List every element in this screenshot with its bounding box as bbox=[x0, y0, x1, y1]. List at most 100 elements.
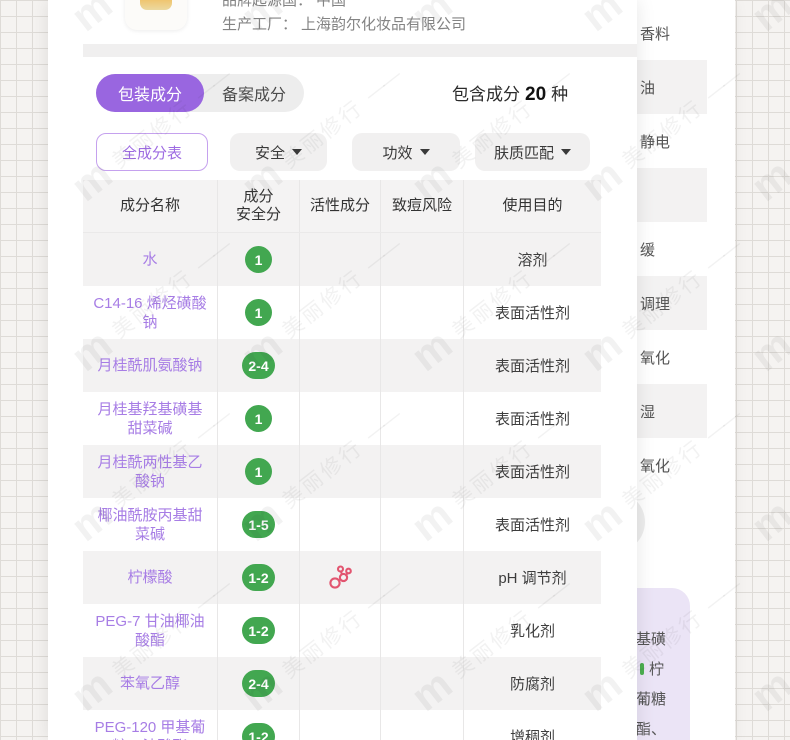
usage-purpose: pH 调节剂 bbox=[464, 551, 601, 604]
brand-watermark: m美丽修行—— bbox=[744, 0, 790, 39]
side-panel-text: 氧化 bbox=[640, 347, 670, 368]
side-panel-row: 静电 bbox=[637, 114, 707, 168]
brand-origin-line: 品牌起源国：中国 bbox=[222, 0, 346, 12]
header-ingredient-name: 成分名称 bbox=[83, 180, 218, 232]
ingredient-name-link[interactable]: PEG-120 甲基葡糖二油酸酯 bbox=[83, 710, 218, 740]
ingredient-name-link[interactable]: 柠檬酸 bbox=[83, 551, 218, 604]
tab-registered-ingredients[interactable]: 备案成分 bbox=[204, 74, 304, 112]
count-prefix: 包含成分 bbox=[452, 80, 520, 105]
header-safety-score: 成分安全分 bbox=[218, 180, 300, 232]
side-panel-rows: 香料 油 静电 缓 调理 氧化 湿 氧化 bbox=[637, 6, 707, 492]
filter-full-ingredient-list[interactable]: 全成分表 bbox=[96, 133, 208, 171]
side-panel-row: 氧化 bbox=[637, 438, 707, 492]
usage-purpose: 表面活性剂 bbox=[464, 445, 601, 498]
ingredient-name-link[interactable]: 月桂酰肌氨酸钠 bbox=[83, 339, 218, 392]
summary-fragment: 酯、 bbox=[636, 718, 666, 739]
ingredient-name-link[interactable]: 椰油酰胺丙基甜菜碱 bbox=[83, 498, 218, 551]
filter-skin-match-dropdown[interactable]: 肤质匹配 bbox=[475, 133, 590, 171]
safety-score-badge: 1-2 bbox=[242, 564, 274, 591]
ingredient-table: 成分名称 成分安全分 活性成分 致痘风险 使用目的 水 1 溶剂 C14-16 … bbox=[83, 180, 601, 740]
filter-label: 肤质匹配 bbox=[494, 142, 554, 163]
safety-score-badge: 2-4 bbox=[242, 670, 274, 697]
table-row: 月桂基羟基磺基甜菜碱 1 表面活性剂 bbox=[83, 392, 601, 445]
filter-label: 全成分表 bbox=[122, 142, 182, 163]
safety-score-badge: 2-4 bbox=[242, 352, 274, 379]
table-row: PEG-120 甲基葡糖二油酸酯 1-2 增稠剂 bbox=[83, 710, 601, 740]
chevron-down-icon bbox=[292, 149, 302, 155]
filter-safety-dropdown[interactable]: 安全 bbox=[230, 133, 327, 171]
factory-label: 生产工厂： bbox=[222, 16, 297, 33]
header-usage-purpose: 使用目的 bbox=[464, 180, 601, 232]
count-suffix: 种 bbox=[551, 80, 568, 105]
table-row: C14-16 烯烃磺酸钠 1 表面活性剂 bbox=[83, 286, 601, 339]
chevron-down-icon bbox=[420, 149, 430, 155]
side-panel-row: 缓 bbox=[637, 222, 707, 276]
table-header: 成分名称 成分安全分 活性成分 致痘风险 使用目的 bbox=[83, 180, 601, 233]
ingredient-source-tabs: 包装成分 备案成分 bbox=[96, 74, 304, 112]
ingredient-name-link[interactable]: 苯氧乙醇 bbox=[83, 657, 218, 710]
table-row: 苯氧乙醇 2-4 防腐剂 bbox=[83, 657, 601, 710]
side-panel-text: 油 bbox=[640, 77, 655, 98]
ingredient-name-link[interactable]: 水 bbox=[83, 233, 218, 286]
chevron-down-icon bbox=[561, 149, 571, 155]
count-number: 20 bbox=[525, 84, 546, 106]
summary-fragment: 葡糖 bbox=[636, 688, 666, 709]
side-panel-row: 氧化 bbox=[637, 330, 707, 384]
ingredient-count: 包含成分20种 bbox=[452, 80, 568, 106]
side-panel-row: 油 bbox=[637, 60, 707, 114]
active-ingredient-molecule-icon bbox=[327, 564, 354, 591]
usage-purpose: 表面活性剂 bbox=[464, 498, 601, 551]
usage-purpose: 增稠剂 bbox=[464, 710, 601, 740]
section-divider bbox=[83, 44, 637, 57]
filter-label: 安全 bbox=[255, 142, 285, 163]
ingredient-card: 品牌起源国：中国 生产工厂：上海韵尔化妆品有限公司 包装成分 备案成分 包含成分… bbox=[48, 0, 637, 740]
side-panel-row bbox=[637, 168, 707, 222]
brand-watermark: m美丽修行—— bbox=[744, 398, 790, 549]
safety-score-badge: 1-2 bbox=[242, 617, 274, 644]
table-row: 月桂酰两性基乙酸钠 1 表面活性剂 bbox=[83, 445, 601, 498]
tab-packaging-ingredients[interactable]: 包装成分 bbox=[96, 74, 204, 112]
product-thumbnail[interactable] bbox=[125, 0, 187, 30]
table-row: PEG-7 甘油椰油酸酯 1-2 乳化剂 bbox=[83, 604, 601, 657]
safety-score-badge: 1-2 bbox=[242, 723, 274, 740]
ingredient-name-link[interactable]: 月桂酰两性基乙酸钠 bbox=[83, 445, 218, 498]
ingredient-name-link[interactable]: PEG-7 甘油椰油酸酯 bbox=[83, 604, 218, 657]
usage-purpose: 溶剂 bbox=[464, 233, 601, 286]
safety-score-badge: 1 bbox=[245, 405, 272, 432]
brand-watermark: m美丽修行—— bbox=[744, 58, 790, 209]
side-panel-text: 湿 bbox=[640, 401, 655, 422]
factory-value: 上海韵尔化妆品有限公司 bbox=[301, 16, 466, 33]
usage-purpose: 表面活性剂 bbox=[464, 392, 601, 445]
side-panel-text: 缓 bbox=[640, 239, 655, 260]
factory-line: 生产工厂：上海韵尔化妆品有限公司 bbox=[222, 14, 466, 36]
app-page: 香料 油 静电 缓 调理 氧化 湿 氧化 基磺 柠 葡糖 酯、 品牌起源国：中国… bbox=[0, 0, 790, 740]
side-panel-row: 调理 bbox=[637, 276, 707, 330]
usage-purpose: 表面活性剂 bbox=[464, 339, 601, 392]
product-label-graphic bbox=[140, 0, 172, 10]
brand-origin-label: 品牌起源国： bbox=[222, 0, 312, 9]
side-panel-text: 氧化 bbox=[640, 455, 670, 476]
side-panel-row: 香料 bbox=[637, 6, 707, 60]
filter-label: 功效 bbox=[382, 142, 412, 163]
ingredient-name-link[interactable]: C14-16 烯烃磺酸钠 bbox=[83, 286, 218, 339]
side-panel-row: 湿 bbox=[637, 384, 707, 438]
green-dot-icon bbox=[640, 663, 644, 675]
table-row: 椰油酰胺丙基甜菜碱 1-5 表面活性剂 bbox=[83, 498, 601, 551]
header-active-ingredient: 活性成分 bbox=[300, 180, 381, 232]
brand-watermark: m美丽修行—— bbox=[744, 228, 790, 379]
safety-score-badge: 1 bbox=[245, 299, 272, 326]
safety-score-badge: 1 bbox=[245, 458, 272, 485]
ingredient-name-link[interactable]: 月桂基羟基磺基甜菜碱 bbox=[83, 392, 218, 445]
summary-fragment: 柠 bbox=[640, 658, 664, 679]
header-acne-risk: 致痘风险 bbox=[381, 180, 464, 232]
safety-score-badge: 1 bbox=[245, 246, 272, 273]
table-row: 水 1 溶剂 bbox=[83, 233, 601, 286]
side-panel-text: 香料 bbox=[640, 23, 670, 44]
table-row: 月桂酰肌氨酸钠 2-4 表面活性剂 bbox=[83, 339, 601, 392]
safety-score-badge: 1-5 bbox=[242, 511, 274, 538]
filter-efficacy-dropdown[interactable]: 功效 bbox=[352, 133, 460, 171]
summary-fragment: 基磺 bbox=[636, 628, 666, 649]
side-panel-text: 调理 bbox=[640, 293, 670, 314]
usage-purpose: 防腐剂 bbox=[464, 657, 601, 710]
usage-purpose: 表面活性剂 bbox=[464, 286, 601, 339]
